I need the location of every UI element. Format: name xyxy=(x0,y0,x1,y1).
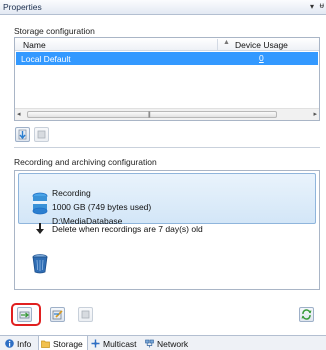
properties-titlebar: Properties ▾ ᵾ xyxy=(0,0,326,15)
column-header-device-usage[interactable]: Device Usage xyxy=(235,40,288,50)
storage-delete-button[interactable] xyxy=(34,127,49,142)
storage-disabled-icon xyxy=(37,130,46,139)
column-divider[interactable] xyxy=(217,39,218,50)
scroll-grip-icon: ||| xyxy=(148,112,151,118)
download-storage-icon xyxy=(18,129,27,140)
refresh-icon xyxy=(301,309,312,320)
edit-archive-icon xyxy=(52,310,63,320)
storage-row-usage-link[interactable]: 0 xyxy=(259,53,264,63)
scroll-left-icon[interactable]: ◂ xyxy=(17,110,21,118)
arrow-down-icon xyxy=(36,223,44,234)
storage-list-header: Name ▲ Device Usage xyxy=(15,38,319,51)
tab-network[interactable]: Network xyxy=(143,336,193,350)
storage-row-name: Local Default xyxy=(21,54,71,64)
tab-storage[interactable]: Storage xyxy=(38,336,88,350)
horizontal-scrollbar[interactable]: ◂ ||| ▸ xyxy=(15,108,319,120)
refresh-button[interactable] xyxy=(299,307,314,322)
section-divider xyxy=(14,147,320,148)
storage-list[interactable]: Name ▲ Device Usage Local Default 0 ◂ ||… xyxy=(14,37,320,121)
dropdown-arrow-icon[interactable]: ▾ xyxy=(310,2,314,11)
tab-info-label: Info xyxy=(17,339,32,349)
recycle-bin-icon xyxy=(32,254,48,274)
recording-title: Recording xyxy=(52,188,91,198)
recording-section-label: Recording and archiving configuration xyxy=(14,157,157,167)
storage-section-label: Storage configuration xyxy=(14,26,95,36)
network-icon xyxy=(145,339,154,348)
delete-archive-disabled-icon xyxy=(81,310,90,319)
add-archive-icon xyxy=(19,311,30,319)
scrollbar-thumb[interactable]: ||| xyxy=(27,111,277,118)
multicast-icon xyxy=(91,339,100,348)
tab-info[interactable]: Info xyxy=(3,336,37,350)
recording-capacity: 1000 GB (749 bytes used) xyxy=(52,202,152,212)
edit-archive-button[interactable] xyxy=(50,307,65,322)
tab-multicast-label: Multicast xyxy=(103,339,137,349)
tab-network-label: Network xyxy=(157,339,189,349)
storage-folder-icon xyxy=(41,340,50,348)
storage-move-down-button[interactable] xyxy=(15,127,30,142)
scroll-right-icon[interactable]: ▸ xyxy=(313,110,317,118)
delete-archive-button[interactable] xyxy=(78,307,93,322)
column-header-name[interactable]: Name xyxy=(23,40,46,50)
tab-multicast[interactable]: Multicast xyxy=(89,336,143,350)
info-icon xyxy=(5,339,14,348)
storage-row-local-default[interactable]: Local Default 0 xyxy=(16,52,318,65)
window-title: Properties xyxy=(3,2,42,12)
pin-icon[interactable]: ᵾ xyxy=(320,1,324,10)
sort-ascending-icon: ▲ xyxy=(223,39,230,46)
tab-storage-label: Storage xyxy=(53,339,83,349)
delete-policy-text: Delete when recordings are 7 day(s) old xyxy=(52,224,203,234)
add-archive-button[interactable] xyxy=(17,307,32,322)
database-icon xyxy=(32,192,48,215)
properties-tab-strip: Info Storage Multicast Network xyxy=(0,335,326,350)
